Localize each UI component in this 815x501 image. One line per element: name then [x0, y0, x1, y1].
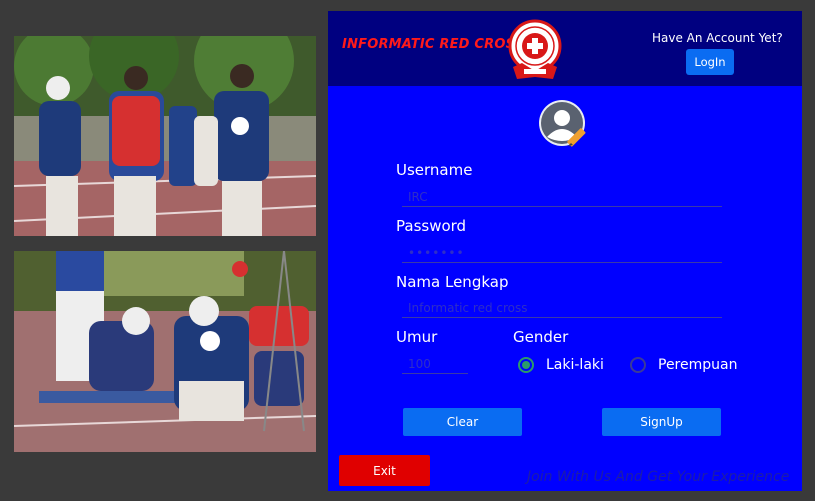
tagline-text: Join With Us And Get Your Experience — [527, 469, 790, 485]
password-label: Password — [396, 217, 467, 235]
have-account-text: Have An Account Yet? — [652, 31, 783, 45]
signup-button[interactable]: SignUp — [602, 408, 721, 436]
brand-title: INFORMATIC RED CROSS — [342, 37, 525, 52]
gender-radio-female[interactable]: Perempuan — [630, 357, 737, 373]
fullname-input[interactable]: Informatic red cross — [402, 296, 722, 318]
exit-button[interactable]: Exit — [339, 455, 430, 486]
signup-panel: INFORMATIC RED CROSS Have An Account Yet… — [328, 11, 802, 491]
gender-label: Gender — [513, 328, 569, 346]
red-cross-logo — [508, 19, 562, 79]
header-bar: INFORMATIC RED CROSS Have An Account Yet… — [328, 11, 802, 86]
clear-button[interactable]: Clear — [403, 408, 522, 436]
username-input[interactable]: IRC — [402, 185, 722, 207]
gender-option-label: Perempuan — [658, 357, 738, 373]
radio-unselected-icon — [630, 357, 646, 373]
gender-option-label: Laki-laki — [546, 357, 604, 373]
user-avatar-edit-icon[interactable] — [538, 99, 592, 151]
age-input[interactable]: 100 — [402, 352, 468, 374]
fullname-label: Nama Lengkap — [396, 273, 509, 291]
radio-selected-icon — [518, 357, 534, 373]
age-label: Umur — [396, 328, 438, 346]
photo-volunteers-walking — [14, 36, 316, 236]
gender-radio-male[interactable]: Laki-laki — [518, 357, 604, 373]
username-label: Username — [396, 161, 473, 179]
password-input[interactable]: ••••••• — [402, 241, 722, 263]
photo-volunteers-stretcher — [14, 251, 316, 452]
login-button[interactable]: LogIn — [686, 49, 734, 75]
